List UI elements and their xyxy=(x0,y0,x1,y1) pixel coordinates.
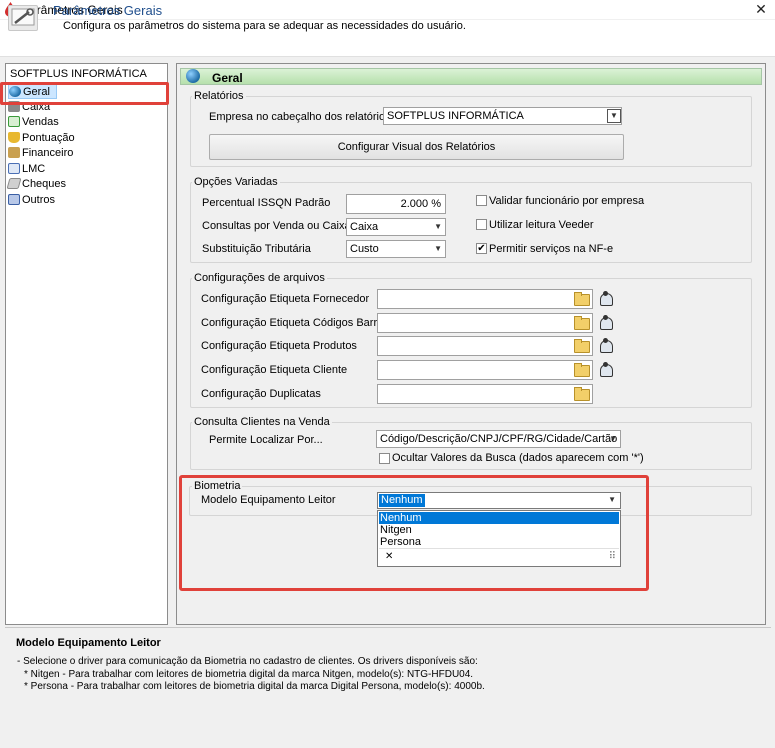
empresa-label: Empresa no cabeçalho dos relatórios xyxy=(209,111,391,123)
folder-icon[interactable] xyxy=(573,386,590,401)
configurar-visual-button[interactable]: Configurar Visual dos Relatórios xyxy=(209,134,624,160)
localizar-label: Permite Localizar Por... xyxy=(209,434,323,446)
tree-item-label: LMC xyxy=(22,163,46,175)
folder-icon[interactable] xyxy=(573,338,590,353)
arquivo-input-duplicatas[interactable] xyxy=(377,384,593,404)
document-icon xyxy=(8,163,20,174)
arquivo-input-fornecedor[interactable] xyxy=(377,289,593,309)
arquivo-input-cliente[interactable] xyxy=(377,360,593,380)
group-legend-opcoes: Opções Variadas xyxy=(192,176,280,188)
ocultar-label: Ocultar Valores da Busca (dados aparecem… xyxy=(392,452,644,464)
highlight-box-tree xyxy=(0,82,169,105)
group-legend-consulta: Consulta Clientes na Venda xyxy=(192,416,332,428)
trophy-icon xyxy=(8,132,20,143)
help-title: Modelo Equipamento Leitor xyxy=(16,637,161,649)
ocultar-checkbox[interactable] xyxy=(379,453,390,464)
page-subtitle: Configura os parâmetros do sistema para … xyxy=(63,20,466,32)
tree-item-financeiro[interactable]: Financeiro xyxy=(8,146,73,161)
tree-item-label: Cheques xyxy=(22,178,67,190)
sales-icon xyxy=(8,116,20,127)
chevron-down-icon: ▼ xyxy=(434,244,442,253)
tree-item-label: Financeiro xyxy=(22,147,74,159)
consultas-label: Consultas por Venda ou Caixa xyxy=(202,220,351,232)
chevron-down-icon: ▼ xyxy=(434,222,442,231)
close-button[interactable]: ✕ xyxy=(751,0,771,19)
arquivo-input-codigos-barras[interactable] xyxy=(377,313,593,333)
arquivo-label-produtos: Configuração Etiqueta Produtos xyxy=(201,340,357,352)
consultas-select[interactable]: Caixa ▼ xyxy=(346,218,446,236)
chevron-down-icon: ▼ xyxy=(609,434,617,443)
tree-item-label: Pontuação xyxy=(22,132,75,144)
category-tree[interactable]: SOFTPLUS INFORMÁTICA Geral Caixa Vendas … xyxy=(5,63,168,625)
label-designer-icon[interactable] xyxy=(598,337,614,353)
folder-icon[interactable] xyxy=(573,291,590,306)
folder-icon[interactable] xyxy=(573,362,590,377)
localizar-value: Código/Descrição/CNPJ/CPF/RG/Cidade/Cart… xyxy=(380,433,621,445)
substituicao-label: Substituição Tributária xyxy=(202,243,311,255)
label-designer-icon[interactable] xyxy=(598,290,614,306)
veeder-label: Utilizar leitura Veeder xyxy=(489,219,594,231)
tree-item-outros[interactable]: Outros xyxy=(8,193,55,208)
validar-checkbox[interactable] xyxy=(476,195,487,206)
tree-item-pontuacao[interactable]: Pontuação xyxy=(8,131,75,146)
help-line: * Nitgen - Para trabalhar com leitores d… xyxy=(24,669,474,680)
substituicao-select[interactable]: Custo ▼ xyxy=(346,240,446,258)
consultas-value: Caixa xyxy=(350,221,379,233)
help-line: * Persona - Para trabalhar com leitores … xyxy=(24,681,485,692)
tree-item-lmc[interactable]: LMC xyxy=(8,162,45,177)
highlight-box-biometria xyxy=(179,475,649,591)
group-legend-arquivos: Configurações de arquivos xyxy=(192,272,327,284)
label-designer-icon[interactable] xyxy=(598,361,614,377)
localizar-select[interactable]: Código/Descrição/CNPJ/CPF/RG/Cidade/Cart… xyxy=(376,430,621,448)
globe-icon xyxy=(186,69,200,83)
tree-item-label: Outros xyxy=(22,194,56,206)
validar-label: Validar funcionário por empresa xyxy=(489,195,645,207)
issqn-input[interactable]: 2.000 % xyxy=(346,194,446,214)
section-header-bar xyxy=(180,68,762,85)
arquivo-label-cliente: Configuração Etiqueta Cliente xyxy=(201,364,348,376)
chevron-down-icon: ▼ xyxy=(607,109,621,123)
empresa-value: SOFTPLUS INFORMÁTICA xyxy=(387,110,524,122)
tree-root-label: SOFTPLUS INFORMÁTICA xyxy=(10,68,147,80)
settings-tools-icon xyxy=(8,5,38,31)
money-icon xyxy=(8,147,20,158)
label-designer-icon[interactable] xyxy=(598,314,614,330)
help-line: - Selecione o driver para comunicação da… xyxy=(17,656,478,667)
arquivo-label-codigos-barras: Configuração Etiqueta Códigos Barras xyxy=(201,317,389,329)
arquivo-label-fornecedor: Configuração Etiqueta Fornecedor xyxy=(201,293,370,305)
folder-icon[interactable] xyxy=(573,315,590,330)
section-title: Geral xyxy=(212,71,243,85)
tree-item-cheques[interactable]: Cheques xyxy=(6,177,67,192)
arquivo-label-duplicatas: Configuração Duplicatas xyxy=(201,388,321,400)
nfe-checkbox[interactable]: ✔ xyxy=(476,243,487,254)
nfe-label: Permitir serviços na NF-e xyxy=(489,243,614,255)
group-legend-relatorios: Relatórios xyxy=(192,90,246,102)
arquivo-input-produtos[interactable] xyxy=(377,336,593,356)
tree-item-vendas[interactable]: Vendas xyxy=(8,115,59,130)
issqn-label: Percentual ISSQN Padrão xyxy=(202,197,331,209)
cheque-icon xyxy=(6,178,22,189)
veeder-checkbox[interactable] xyxy=(476,219,487,230)
tools-icon xyxy=(8,194,20,205)
substituicao-value: Custo xyxy=(350,243,379,255)
empresa-select[interactable]: SOFTPLUS INFORMÁTICA ▼ xyxy=(383,107,622,125)
tree-item-label: Vendas xyxy=(22,116,59,128)
page-title: Parâmetros Gerais xyxy=(53,3,163,18)
